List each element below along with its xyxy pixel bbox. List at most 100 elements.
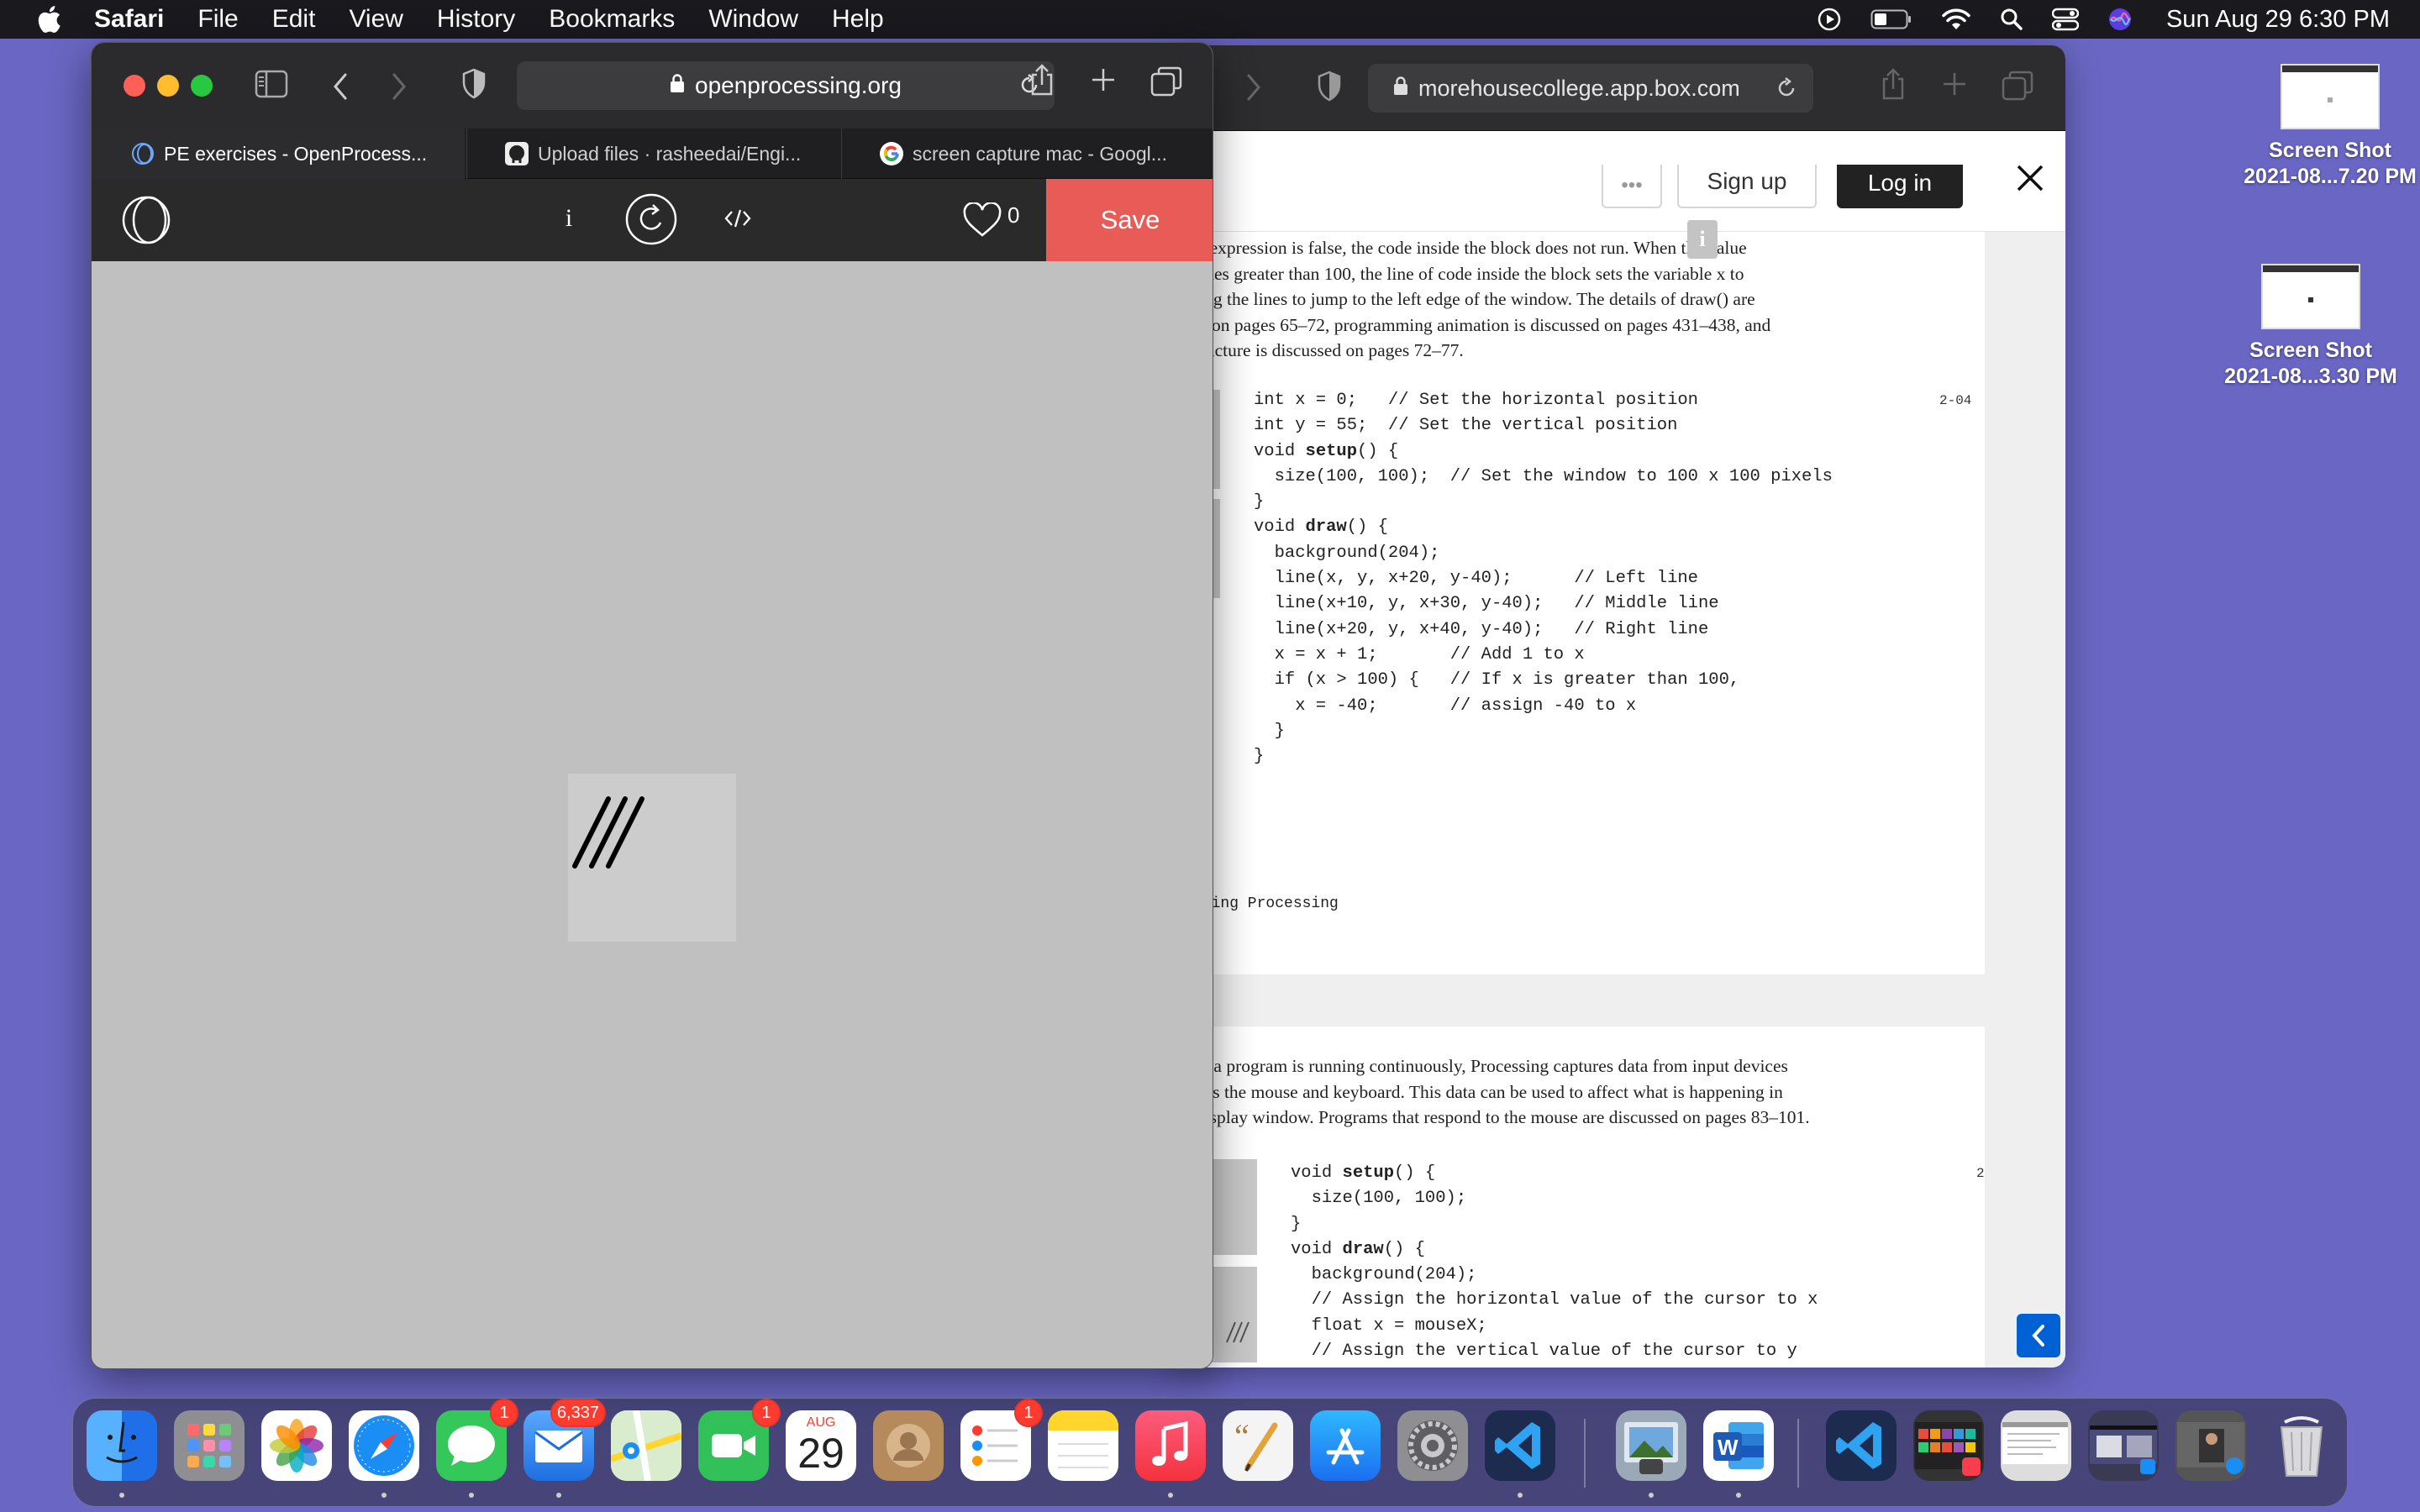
facetime-dock-icon[interactable]: 1 [698,1399,781,1481]
text-line: hen a program is running continuously, P… [1183,1056,1788,1076]
vscode-dock-icon[interactable] [1485,1410,1555,1481]
sign-up-button[interactable]: Sign up [1677,165,1817,208]
menu-clock[interactable]: Sun Aug 29 6:30 PM [2166,6,2390,34]
sketch-canvas[interactable] [568,774,736,942]
forward-arrow-icon[interactable] [1244,71,1264,108]
code-line: void draw() { [1254,517,1388,538]
tab-overview-icon[interactable] [1150,66,1182,101]
preview-dock-icon[interactable] [1616,1410,1686,1481]
google-icon [879,141,904,166]
text-line: sed on pages 65–72, programming animatio… [1183,314,1771,335]
tab-github[interactable]: Upload files · rasheedai/Engi... [466,129,839,179]
script-editor-dock-icon[interactable]: “ [1223,1410,1293,1481]
photos-dock-icon[interactable] [261,1410,332,1481]
back-arrow-icon[interactable] [330,70,350,108]
finder-dock-icon[interactable] [87,1410,157,1481]
zoom-window-button[interactable] [191,75,213,97]
save-button[interactable]: Save [1046,179,1213,261]
figure-number: 2-04 [1939,393,1972,408]
minimized-video-window[interactable] [2175,1410,2246,1481]
menu-help[interactable]: Help [832,5,884,34]
maps-dock-icon[interactable] [609,1410,683,1482]
text-line: nal expression is false, the code inside… [1183,238,1747,258]
tab-google[interactable]: screen capture mac - Googl... [841,129,1213,179]
address-bar[interactable]: openprocessing.org [517,61,1055,110]
spotlight-search-icon[interactable] [2000,8,2023,31]
restart-icon[interactable] [624,192,678,250]
tab-openprocessing[interactable]: PE exercises - OpenProcess... [92,129,465,179]
text-line: ch as the mouse and keyboard. This data … [1183,1081,1783,1102]
reminders-dock-icon[interactable]: 1 [960,1399,1043,1481]
tab-overview-icon[interactable] [2002,71,2033,105]
info-button[interactable]: i [552,197,586,239]
file-name: 2021-08...7.20 PM [2244,165,2417,188]
apple-menu-icon[interactable] [34,4,64,34]
mail-dock-icon[interactable]: 6,337 [523,1399,606,1481]
running-indicator [1168,1493,1173,1498]
share-icon[interactable] [1881,67,1906,105]
lock-icon [670,72,685,99]
menu-file[interactable]: File [197,5,238,34]
microsoft-word-dock-icon[interactable]: W [1703,1410,1774,1481]
siri-icon[interactable] [2107,7,2133,32]
control-center-icon[interactable] [2051,8,2079,31]
wifi-icon[interactable] [1941,8,1971,31]
code-line: } [1254,721,1285,741]
minimize-window-button[interactable] [157,75,179,97]
info-icon[interactable]: i [1687,220,1718,259]
openprocessing-header: i 0 Save [92,179,1213,261]
desktop-file[interactable]: Screen Shot 2021-08...3.30 PM [2202,264,2420,390]
safari-dock-icon[interactable] [349,1410,419,1481]
minimized-vscode-window[interactable] [1826,1410,1897,1481]
menu-bookmarks[interactable]: Bookmarks [549,5,675,34]
privacy-shield-icon[interactable] [1317,71,1342,107]
close-icon[interactable] [2013,161,2047,199]
file-name: Screen Shot [2249,339,2372,362]
code-line: line(x+10, y, x+30, y-40); // Middle lin… [1254,594,1719,614]
notes-dock-icon[interactable] [1048,1410,1118,1481]
forward-arrow-icon[interactable] [389,70,409,108]
sidebar-toggle-icon[interactable] [255,70,288,102]
desktop-file[interactable]: Screen Shot 2021-08...7.20 PM [2242,64,2418,190]
messages-dock-icon[interactable]: 1 [436,1399,518,1481]
figure-number: 2 [1976,1166,1985,1181]
reload-icon[interactable] [1775,76,1798,106]
chevron-left-icon[interactable] [2017,1314,2060,1357]
menu-view[interactable]: View [349,5,402,34]
minimized-document-window[interactable] [2001,1410,2071,1481]
contacts-dock-icon[interactable] [873,1410,944,1481]
url-text: morehousecollege.app.box.com [1418,75,1740,101]
privacy-shield-icon[interactable] [461,68,487,104]
code-line: void setup() { [1291,1163,1436,1183]
system-preferences-dock-icon[interactable] [1397,1410,1468,1481]
minimized-music-window[interactable] [1913,1410,1984,1481]
trash-dock-icon[interactable] [2266,1410,2337,1481]
new-tab-icon[interactable] [1090,66,1117,97]
menu-history[interactable]: History [437,5,515,34]
menu-app-name[interactable]: Safari [94,5,164,34]
log-in-button[interactable]: Log in [1837,165,1963,208]
app-store-dock-icon[interactable] [1310,1410,1381,1481]
launchpad-dock-icon[interactable] [174,1410,245,1481]
tab-title: screen capture mac - Googl... [913,142,1167,165]
new-tab-icon[interactable] [1941,71,1968,102]
code-view-icon[interactable] [723,201,752,240]
menu-window[interactable]: Window [708,5,798,34]
minimized-desktop-window[interactable] [2088,1410,2159,1481]
code-listing: void setup() { size(100, 100);} void draw… [1291,1161,1818,1364]
menu-edit[interactable]: Edit [272,5,316,34]
more-options-button[interactable]: ••• [1602,165,1662,208]
address-bar[interactable]: morehousecollege.app.box.com [1368,64,1813,113]
running-indicator [469,1493,474,1498]
music-dock-icon[interactable] [1135,1410,1206,1481]
document-preview: nal expression is false, the code inside… [1176,232,2065,1368]
now-playing-icon[interactable] [1817,7,1842,32]
battery-icon[interactable] [1870,8,1912,30]
share-icon[interactable] [1029,63,1055,101]
text-line: e display window. Programs that respond … [1183,1107,1810,1127]
heart-icon[interactable] [962,202,1002,242]
code-line: } [1254,747,1265,767]
close-window-button[interactable] [124,75,145,97]
openprocessing-logo-icon[interactable] [115,194,177,250]
calendar-dock-icon[interactable]: AUG 29 [786,1410,856,1481]
